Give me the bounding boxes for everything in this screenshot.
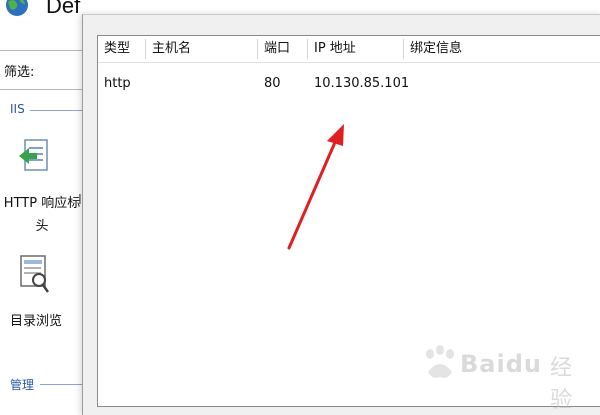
filter-label: 筛选: — [4, 65, 35, 80]
feature-http-response-headers[interactable]: HTTP 响应标 头 — [2, 192, 82, 234]
directory-browsing-icon[interactable] — [17, 254, 51, 296]
feature-directory-browsing[interactable]: 目录浏览 — [6, 310, 66, 329]
section-divider — [30, 110, 82, 111]
feature-label-line1: HTTP 响应标 — [3, 196, 81, 211]
section-divider — [40, 384, 82, 385]
paw-logo-icon — [426, 345, 454, 378]
window-title: Def — [46, 0, 81, 18]
feature-label-line2: 头 — [35, 219, 49, 234]
feature-label: 目录浏览 — [9, 314, 62, 329]
section-iis-label: IIS — [10, 102, 25, 116]
cell-ip-address: 10.130.85.101 — [314, 76, 410, 91]
filter-box[interactable]: 筛选: — [0, 50, 83, 90]
watermark-sub: 经验 — [550, 356, 573, 413]
column-header-host[interactable]: 主机名 — [146, 36, 258, 62]
column-header-port[interactable]: 端口 — [258, 36, 308, 62]
column-header-ip[interactable]: IP 地址 — [308, 36, 404, 62]
section-manage-label: 管理 — [10, 378, 35, 392]
baidu-watermark: Baidu 经验 — [420, 340, 590, 413]
column-header-binding-info[interactable]: 绑定信息 — [404, 36, 524, 62]
http-response-headers-icon[interactable] — [17, 138, 51, 182]
table-row[interactable]: http 80 10.130.85.101 — [98, 72, 600, 96]
cell-type: http — [104, 76, 131, 91]
globe-icon — [6, 0, 28, 16]
column-header-type[interactable]: 类型 — [98, 36, 146, 62]
watermark-text: Baidu — [460, 350, 542, 378]
cell-port: 80 — [264, 76, 281, 91]
bindings-list-header: 类型 主机名 端口 IP 地址 绑定信息 — [98, 36, 600, 63]
